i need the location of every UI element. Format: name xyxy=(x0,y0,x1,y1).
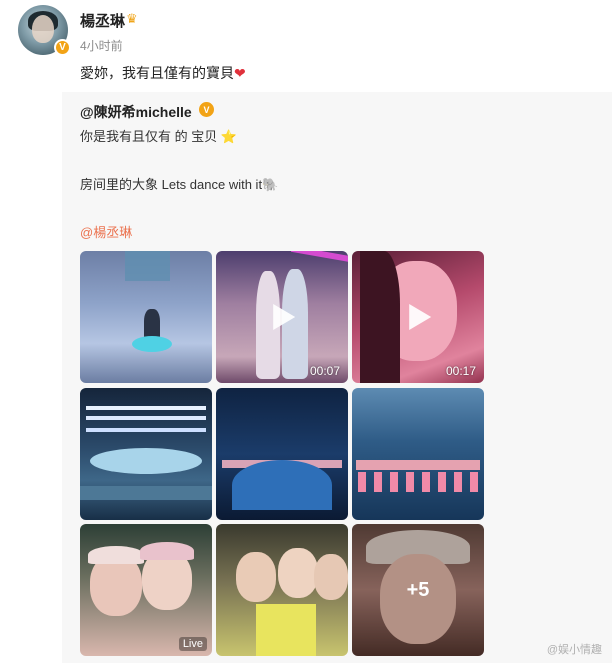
mention-link[interactable]: @楊丞琳 xyxy=(80,222,132,241)
post-text: 愛妳，我有且僅有的寶貝❤ xyxy=(80,63,246,83)
stage-floor xyxy=(80,486,212,500)
avatar-face xyxy=(32,15,54,43)
repost-line-2-text: 房间里的大象 Lets dance with it xyxy=(80,177,263,192)
media-thumb-8[interactable] xyxy=(216,524,348,656)
play-icon[interactable] xyxy=(409,304,432,330)
verified-badge-icon: V xyxy=(54,39,71,56)
shirt xyxy=(256,604,316,656)
portrait-face xyxy=(236,552,276,602)
elephant-emoji-icon: 🐘 xyxy=(262,177,279,192)
watermark: @娱小情趣 xyxy=(546,644,602,656)
heart-emoji-icon: ❤ xyxy=(234,65,246,81)
media-thumb-6[interactable] xyxy=(352,388,484,520)
cap xyxy=(88,546,144,564)
stage-platform xyxy=(132,336,172,352)
media-thumb-9[interactable]: +5 xyxy=(352,524,484,656)
repost-line-1-text: 你是我有且仅有 的 宝贝 xyxy=(80,129,218,144)
portrait-face xyxy=(314,554,348,600)
portrait-face xyxy=(278,548,318,598)
repost-verified-icon: V xyxy=(199,102,214,117)
media-thumb-4[interactable] xyxy=(80,388,212,520)
stage-lights xyxy=(86,406,206,410)
post-text-body: 愛妳，我有且僅有的寶貝 xyxy=(80,65,234,81)
video-duration: 00:17 xyxy=(445,364,476,378)
crown-icon: ♛ xyxy=(126,11,138,26)
stage-light xyxy=(290,251,348,263)
stage-wings xyxy=(90,448,202,474)
repost-line-1: 你是我有且仅有 的 宝贝 ⭐ xyxy=(80,126,237,145)
stage-cones xyxy=(358,472,478,492)
username[interactable]: 楊丞琳 xyxy=(80,10,125,31)
stage-drape xyxy=(125,251,170,281)
cap xyxy=(140,542,194,560)
play-icon[interactable] xyxy=(273,304,296,330)
live-badge: Live xyxy=(178,637,207,651)
post-time: 4小时前 xyxy=(80,39,123,53)
media-thumb-7[interactable]: Live xyxy=(80,524,212,656)
portrait-hair xyxy=(360,251,400,383)
performer-figure xyxy=(144,309,160,339)
star-emoji-icon: ⭐ xyxy=(220,129,238,144)
video-duration: 00:07 xyxy=(309,364,340,378)
stage-stripe xyxy=(356,460,480,470)
media-thumb-1[interactable] xyxy=(80,251,212,383)
repost-line-2: 房间里的大象 Lets dance with it🐘 xyxy=(80,174,278,193)
repost-author[interactable]: @陳妍希michelle xyxy=(80,102,192,122)
media-thumb-5[interactable] xyxy=(216,388,348,520)
stage-dome xyxy=(232,460,332,510)
media-thumb-3[interactable]: 00:17 xyxy=(352,251,484,383)
media-thumb-2[interactable]: 00:07 xyxy=(216,251,348,383)
more-media-count[interactable]: +5 xyxy=(352,524,484,656)
